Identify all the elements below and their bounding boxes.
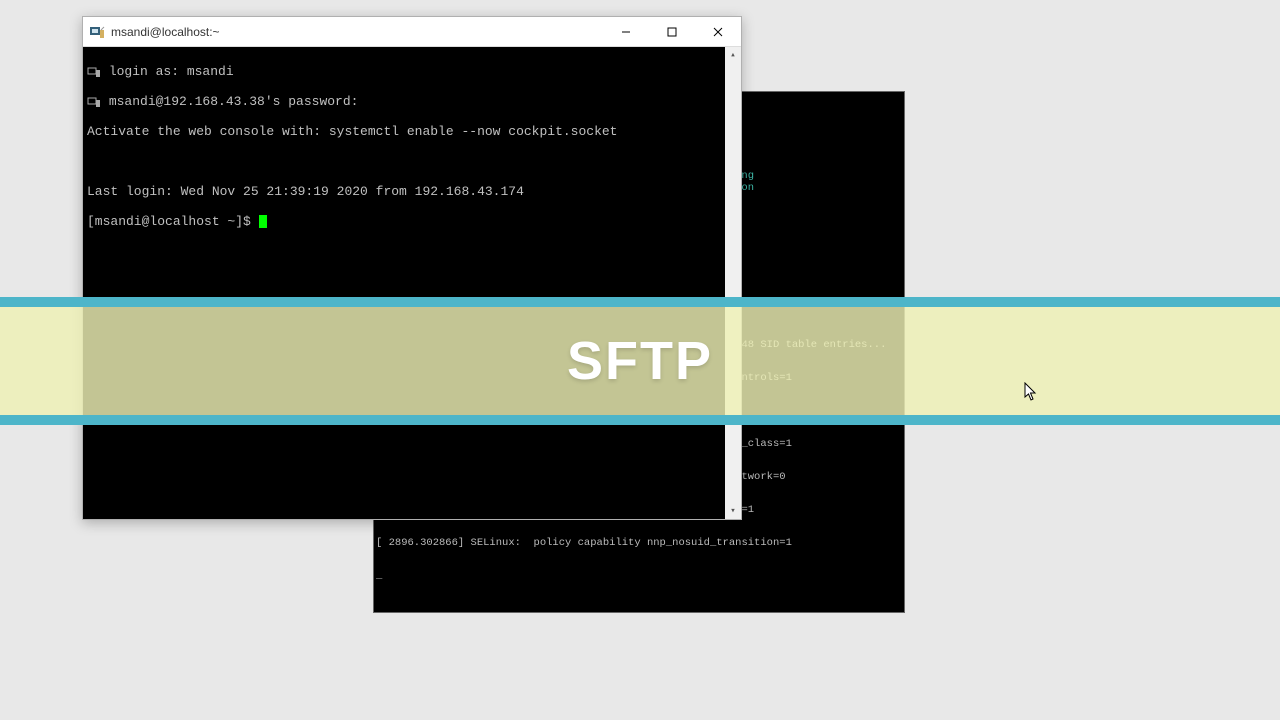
scroll-up-icon[interactable]: ▴	[725, 47, 741, 63]
last-login-line: Last login: Wed Nov 25 21:39:19 2020 fro…	[87, 184, 737, 199]
window-title: msandi@localhost:~	[111, 25, 603, 39]
putty-glyph-icon	[87, 66, 101, 78]
putty-window[interactable]: msandi@localhost:~ login as: msandi msan…	[82, 16, 742, 520]
title-bar[interactable]: msandi@localhost:~	[83, 17, 741, 47]
putty-icon	[89, 24, 105, 40]
password-line: msandi@192.168.43.38's password:	[109, 94, 359, 109]
title-banner: SFTP	[0, 297, 1280, 425]
minimize-button[interactable]	[603, 17, 649, 46]
banner-top-stripe	[0, 297, 1280, 307]
terminal-cursor	[259, 215, 267, 228]
putty-glyph-icon	[87, 96, 101, 108]
banner-title: SFTP	[567, 330, 713, 392]
shell-prompt: [msandi@localhost ~]$	[87, 214, 259, 229]
banner-bottom-stripe	[0, 415, 1280, 425]
mouse-cursor-icon	[1024, 382, 1038, 402]
maximize-button[interactable]	[649, 17, 695, 46]
scroll-down-icon[interactable]: ▾	[725, 503, 741, 519]
close-button[interactable]	[695, 17, 741, 46]
vm-top-fragment: ng on	[741, 170, 754, 194]
terminal-area[interactable]: login as: msandi msandi@192.168.43.38's …	[83, 47, 741, 519]
activate-line: Activate the web console with: systemctl…	[87, 124, 737, 139]
login-line: login as: msandi	[109, 64, 234, 79]
scrollbar[interactable]: ▴ ▾	[725, 47, 741, 519]
